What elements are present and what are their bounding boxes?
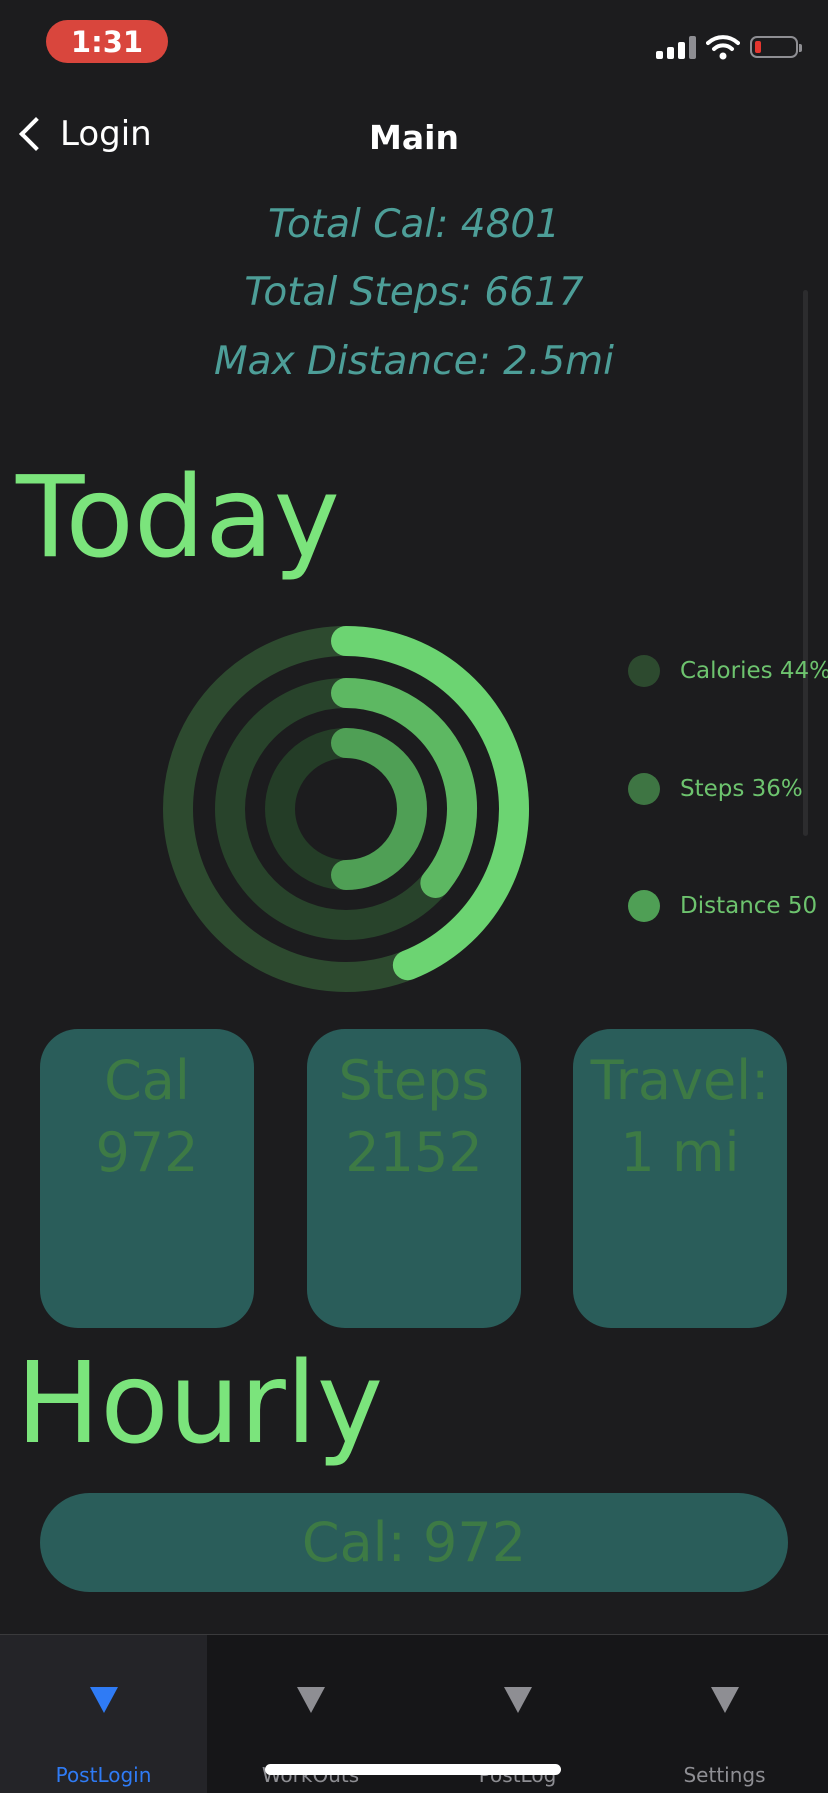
tab-label: PostLogin — [55, 1763, 152, 1787]
tab-settings[interactable]: Settings — [621, 1635, 828, 1793]
travel-card-title: Travel: — [590, 1049, 770, 1112]
signal-icon — [656, 35, 696, 59]
triangle-down-icon — [89, 1687, 118, 1713]
today-title: Today — [16, 453, 340, 583]
status-icons — [656, 34, 802, 60]
travel-card[interactable]: Travel: 1 mi — [573, 1029, 787, 1328]
travel-card-value: 1 mi — [620, 1121, 740, 1184]
legend-distance: Distance 50 — [628, 890, 817, 922]
hourly-calories-pill[interactable]: Cal: 972 — [40, 1493, 788, 1592]
battery-icon — [750, 36, 802, 58]
legend-dot-steps — [628, 773, 660, 805]
total-calories: Total Cal: 4801 — [267, 202, 561, 247]
wifi-icon — [706, 35, 740, 60]
hourly-title: Hourly — [16, 1339, 384, 1469]
total-steps: Total Steps: 6617 — [244, 270, 584, 315]
legend-steps-label: Steps 36% — [680, 776, 803, 802]
triangle-down-icon — [296, 1687, 325, 1713]
steps-card-value: 2152 — [345, 1121, 483, 1184]
status-time: 1:31 — [46, 20, 168, 63]
calories-card[interactable]: Cal 972 — [40, 1029, 254, 1328]
legend-dot-calories — [628, 655, 660, 687]
calories-card-value: 972 — [95, 1121, 199, 1184]
steps-card-title: Steps — [338, 1049, 490, 1112]
home-indicator[interactable] — [265, 1764, 561, 1775]
activity-rings — [163, 626, 529, 992]
legend-dot-distance — [628, 890, 660, 922]
steps-card[interactable]: Steps 2152 — [307, 1029, 521, 1328]
legend-distance-label: Distance 50 — [680, 893, 818, 919]
max-distance: Max Distance: 2.5mi — [214, 339, 614, 384]
legend-calories-label: Calories 44% — [680, 658, 828, 684]
tab-postlogin[interactable]: PostLogin — [0, 1635, 207, 1793]
ring-progress-distance — [331, 728, 427, 890]
rings-legend: Calories 44% Steps 36% Distance 50 — [620, 640, 828, 940]
page-title: Main — [369, 118, 459, 157]
calories-card-title: Cal — [104, 1049, 190, 1112]
triangle-down-icon — [503, 1687, 532, 1713]
tab-label: Settings — [683, 1763, 766, 1787]
legend-steps: Steps 36% — [628, 773, 803, 805]
triangle-down-icon — [710, 1687, 739, 1713]
legend-calories: Calories 44% — [628, 655, 828, 687]
